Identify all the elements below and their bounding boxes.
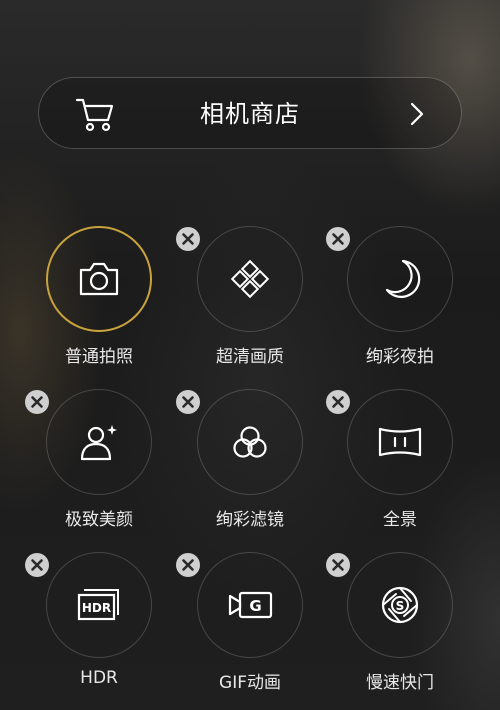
- hdr-icon: HDR: [77, 589, 119, 621]
- mode-label: 绚彩滤镜: [216, 510, 284, 530]
- svg-text:HDR: HDR: [82, 601, 111, 615]
- mode-panorama[interactable]: 全景: [325, 389, 475, 539]
- slow-shutter-icon: S: [381, 586, 419, 624]
- mode-normal-photo[interactable]: 普通拍照: [24, 226, 174, 376]
- remove-mode-button[interactable]: [325, 389, 351, 415]
- mode-gif[interactable]: G GIF动画: [175, 552, 325, 702]
- mode-slow-shutter[interactable]: S 慢速快门: [325, 552, 475, 702]
- mode-beauty[interactable]: 极致美颜: [24, 389, 174, 539]
- remove-mode-button[interactable]: [24, 552, 50, 578]
- mode-color-filter[interactable]: 绚彩滤镜: [175, 389, 325, 539]
- panorama-icon: [378, 427, 422, 457]
- mode-label: HDR: [80, 668, 118, 688]
- filter-circles-icon: [233, 426, 267, 458]
- mode-ultra-quality[interactable]: 超清画质: [175, 226, 325, 376]
- mode-label: 慢速快门: [366, 673, 434, 693]
- mode-label: 极致美颜: [65, 510, 133, 530]
- mode-label: 超清画质: [216, 347, 284, 367]
- mode-night-shot[interactable]: 绚彩夜拍: [325, 226, 475, 376]
- remove-mode-button[interactable]: [175, 226, 201, 252]
- beauty-person-icon: [80, 425, 117, 461]
- svg-text:S: S: [396, 599, 405, 613]
- gif-icon: G: [228, 591, 273, 619]
- camera-store-title: 相机商店: [200, 100, 300, 128]
- remove-mode-button[interactable]: [24, 389, 50, 415]
- mode-label: 绚彩夜拍: [366, 347, 434, 367]
- diamond-grid-icon: [230, 259, 270, 299]
- mode-hdr[interactable]: HDR HDR: [24, 552, 174, 702]
- mode-label: GIF动画: [219, 673, 281, 693]
- remove-mode-button[interactable]: [175, 389, 201, 415]
- svg-text:G: G: [249, 597, 261, 615]
- mode-label: 普通拍照: [65, 347, 133, 367]
- remove-mode-button[interactable]: [325, 552, 351, 578]
- mode-label: 全景: [383, 510, 417, 530]
- remove-mode-button[interactable]: [325, 226, 351, 252]
- camera-store-bar[interactable]: 相机商店: [38, 77, 462, 149]
- camera-icon: [79, 262, 119, 296]
- chevron-right-icon: [410, 102, 424, 126]
- remove-mode-button[interactable]: [175, 552, 201, 578]
- crescent-moon-icon: [385, 259, 421, 298]
